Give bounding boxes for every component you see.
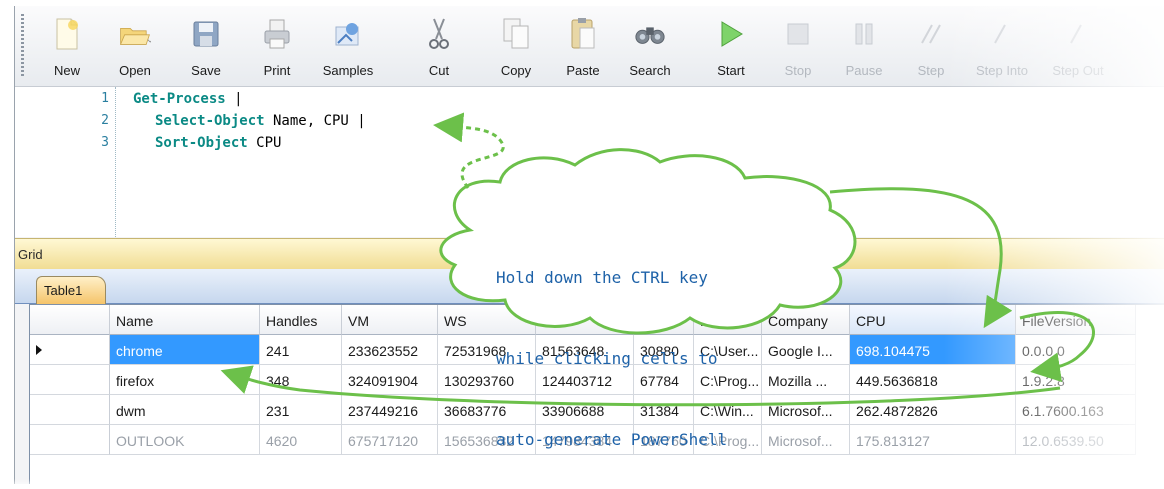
code-line[interactable]: Get-Process | (133, 91, 243, 107)
pause-button[interactable]: Pause (841, 12, 887, 82)
stop-icon (782, 14, 814, 54)
current-row-indicator-icon (36, 345, 42, 355)
stop-button[interactable]: Stop (779, 12, 817, 82)
clipboard-icon (567, 14, 599, 54)
table-cell[interactable]: 6.1.7600.163 (1016, 395, 1136, 425)
cmdlet-name: Get-Process (133, 91, 226, 107)
new-button-label: New (53, 63, 80, 78)
table-cell[interactable]: 4620 (260, 425, 342, 455)
column-header-handles[interactable]: Handles (260, 305, 342, 335)
table-cell[interactable]: 0.0.0.0 (1016, 335, 1136, 365)
binoculars-icon (634, 14, 666, 54)
step-out-icon (1062, 14, 1094, 54)
open-button-label: Open (119, 63, 151, 78)
row-header[interactable] (30, 335, 110, 365)
start-button-label: Start (717, 63, 745, 78)
play-icon (715, 14, 747, 54)
cmdlet-args: CPU (247, 135, 282, 151)
step-into-button-label: Step Into (975, 63, 1029, 78)
code-line[interactable]: Sort-Object CPU (155, 135, 281, 151)
floppy-disk-icon (190, 14, 222, 54)
printer-icon (261, 14, 293, 54)
toolbar-grip[interactable] (21, 14, 24, 78)
column-header-fileversion[interactable]: FileVersion (1016, 305, 1136, 335)
table-cell[interactable]: 241 (260, 335, 342, 365)
line-number: 3 (101, 135, 109, 150)
new-button[interactable]: New (45, 12, 89, 82)
step-button-label: Step (917, 63, 945, 78)
copy-button-label: Copy (500, 63, 532, 78)
scissors-icon (423, 14, 455, 54)
copy-button[interactable]: Copy (493, 12, 539, 82)
step-button[interactable]: Step (911, 12, 951, 82)
open-button[interactable]: Open (107, 12, 163, 82)
cmdlet-args: | (225, 91, 243, 107)
pause-icon (848, 14, 880, 54)
table-cell[interactable]: 233623552 (342, 335, 438, 365)
cmdlet-name: Sort-Object (155, 135, 248, 151)
folder-open-icon (119, 14, 151, 54)
table-cell[interactable]: 237449216 (342, 395, 438, 425)
cmdlet-args: Name, CPU | (264, 113, 366, 129)
grid-corner-header[interactable] (30, 305, 110, 335)
column-header-name[interactable]: Name (110, 305, 260, 335)
samples-button-label: Samples (322, 63, 374, 78)
paste-button[interactable]: Paste (559, 12, 607, 82)
line-number-gutter: 1 2 3 (15, 87, 116, 237)
line-number: 1 (101, 91, 109, 106)
grid-panel-title: Grid (18, 247, 43, 262)
table-cell[interactable]: 175.813127 (850, 425, 1016, 455)
step-out-button-label: Step Out (1052, 63, 1104, 78)
table-cell[interactable]: 324091904 (342, 365, 438, 395)
table-cell[interactable]: dwm (110, 395, 260, 425)
table-cell[interactable]: 262.4872826 (850, 395, 1016, 425)
table-cell[interactable]: 231 (260, 395, 342, 425)
stop-button-label: Stop (784, 63, 812, 78)
callout-line: while clicking cells to (496, 349, 718, 368)
line-number: 2 (101, 113, 109, 128)
row-header[interactable] (30, 395, 110, 425)
cmdlet-name: Select-Object (155, 113, 265, 129)
print-button[interactable]: Print (255, 12, 299, 82)
code-line[interactable]: Select-Object Name, CPU | (155, 113, 366, 129)
cut-button[interactable]: Cut (421, 12, 457, 82)
table-cell[interactable]: chrome (110, 335, 260, 365)
callout-line: auto-generate PowerShell (496, 430, 728, 449)
table-cell[interactable]: firefox (110, 365, 260, 395)
print-button-label: Print (263, 63, 291, 78)
search-button[interactable]: Search (621, 12, 679, 82)
column-header-vm[interactable]: VM (342, 305, 438, 335)
table-cell[interactable]: OUTLOOK (110, 425, 260, 455)
step-out-button[interactable]: Step Out (1045, 12, 1111, 82)
tab-table1[interactable]: Table1 (36, 276, 106, 304)
table-cell[interactable]: 1.9.2.8 (1016, 365, 1136, 395)
save-button-label: Save (191, 63, 221, 78)
paste-button-label: Paste (566, 63, 600, 78)
table-cell[interactable]: 698.104475 (850, 335, 1016, 365)
table-cell[interactable]: 675717120 (342, 425, 438, 455)
row-header[interactable] (30, 365, 110, 395)
search-button-label: Search (629, 63, 671, 78)
copy-icon (500, 14, 532, 54)
tab-label: Table1 (44, 283, 83, 298)
step-into-button[interactable]: Step Into (967, 12, 1037, 82)
row-header[interactable] (30, 425, 110, 455)
step-icon (915, 14, 947, 54)
table-cell[interactable]: 348 (260, 365, 342, 395)
table-cell[interactable]: 12.0.6539.50 (1016, 425, 1136, 455)
samples-icon (332, 14, 364, 54)
column-header-cpu[interactable]: CPU (850, 305, 1016, 335)
samples-button[interactable]: Samples (315, 12, 381, 82)
start-button[interactable]: Start (711, 12, 751, 82)
pause-button-label: Pause (845, 63, 883, 78)
table-cell[interactable]: 449.5636818 (850, 365, 1016, 395)
callout-text: Hold down the CTRL key while clicking ce… (496, 210, 856, 480)
toolbar: New Open Save Print Samples Cut Copy Pas… (15, 6, 1164, 87)
callout-line: Hold down the CTRL key (496, 268, 708, 287)
new-document-icon (51, 14, 83, 54)
step-into-icon (986, 14, 1018, 54)
save-button[interactable]: Save (183, 12, 229, 82)
cut-button-label: Cut (428, 63, 450, 78)
